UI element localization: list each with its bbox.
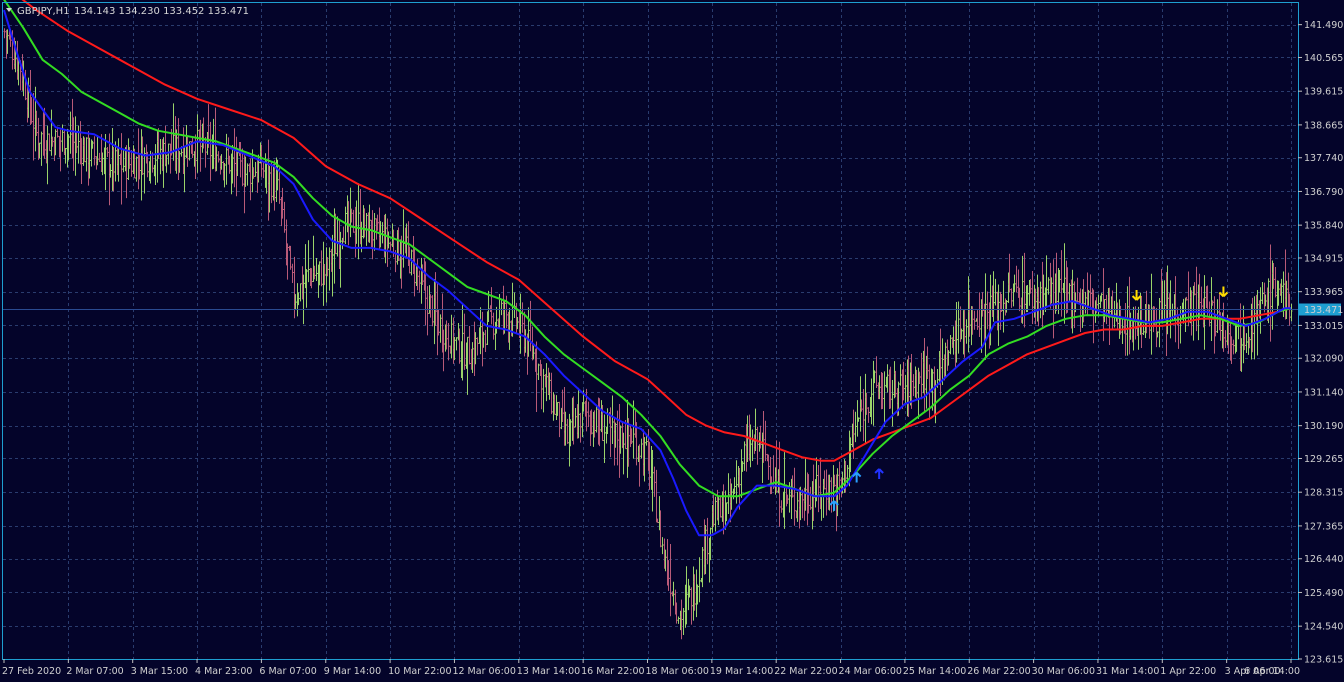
y-tick-label: 128.315 <box>1304 488 1343 499</box>
x-tick-label: 16 Mar 22:00 <box>581 666 644 677</box>
x-tick-label: 10 Mar 22:00 <box>388 666 451 677</box>
x-tick-label: 27 Feb 2020 <box>2 666 61 677</box>
x-tick-label: 3 Mar 15:00 <box>131 666 188 677</box>
x-tick-label: 30 Mar 06:00 <box>1032 666 1095 677</box>
y-tick-label: 126.440 <box>1304 554 1343 565</box>
y-tick-label: 140.565 <box>1304 53 1343 64</box>
y-tick-label: 133.015 <box>1304 321 1343 332</box>
y-tick-label: 139.615 <box>1304 87 1343 98</box>
y-tick-label: 131.140 <box>1304 387 1343 398</box>
y-tick-label: 137.740 <box>1304 153 1343 164</box>
y-tick-label: 130.190 <box>1304 421 1343 432</box>
x-tick-label: 31 Mar 14:00 <box>1096 666 1159 677</box>
y-tick-label: 134.915 <box>1304 253 1343 264</box>
y-tick-label: 136.790 <box>1304 187 1343 198</box>
x-tick-label: 9 Mar 14:00 <box>324 666 381 677</box>
x-tick-label: 26 Mar 22:00 <box>967 666 1030 677</box>
x-tick-label: 4 Mar 23:00 <box>195 666 252 677</box>
current-price-label: 133.471 <box>1304 305 1343 316</box>
chart-header: GBPJPY,H1 134.143 134.230 133.452 133.47… <box>6 6 249 17</box>
x-tick-label: 22 Mar 22:00 <box>774 666 837 677</box>
y-tick-label: 133.965 <box>1304 287 1343 298</box>
y-tick-label: 127.365 <box>1304 521 1343 532</box>
chart-background <box>0 0 1344 682</box>
y-tick-label: 129.265 <box>1304 454 1343 465</box>
x-tick-label: 24 Mar 06:00 <box>839 666 902 677</box>
x-tick-label: 2 Mar 07:00 <box>66 666 123 677</box>
x-tick-label: 12 Mar 06:00 <box>452 666 515 677</box>
symbol-label: GBPJPY,H1 <box>17 6 70 17</box>
y-tick-label: 135.840 <box>1304 221 1343 232</box>
current-price-tag: 133.471 <box>1299 303 1343 316</box>
ohlc-values: 134.143 134.230 133.452 133.471 <box>74 6 249 17</box>
y-tick-label: 141.490 <box>1304 20 1343 31</box>
x-tick-label: 13 Mar 14:00 <box>517 666 580 677</box>
x-tick-label: 6 Apr 14:00 <box>1244 666 1300 677</box>
x-tick-label: 25 Mar 14:00 <box>903 666 966 677</box>
y-tick-label: 138.665 <box>1304 120 1343 131</box>
x-tick-label: 18 Mar 06:00 <box>646 666 709 677</box>
y-tick-label: 124.540 <box>1304 622 1343 633</box>
y-tick-label: 132.090 <box>1304 354 1343 365</box>
y-tick-label: 123.615 <box>1304 655 1343 666</box>
chart-window[interactable]: 141.490 140.565 139.615 138.665 137.740 136.7… <box>0 0 1344 682</box>
x-tick-label: 6 Mar 07:00 <box>259 666 316 677</box>
x-tick-label: 19 Mar 14:00 <box>710 666 773 677</box>
y-tick-label: 125.490 <box>1304 588 1343 599</box>
x-tick-label: 1 Apr 22:00 <box>1160 666 1216 677</box>
